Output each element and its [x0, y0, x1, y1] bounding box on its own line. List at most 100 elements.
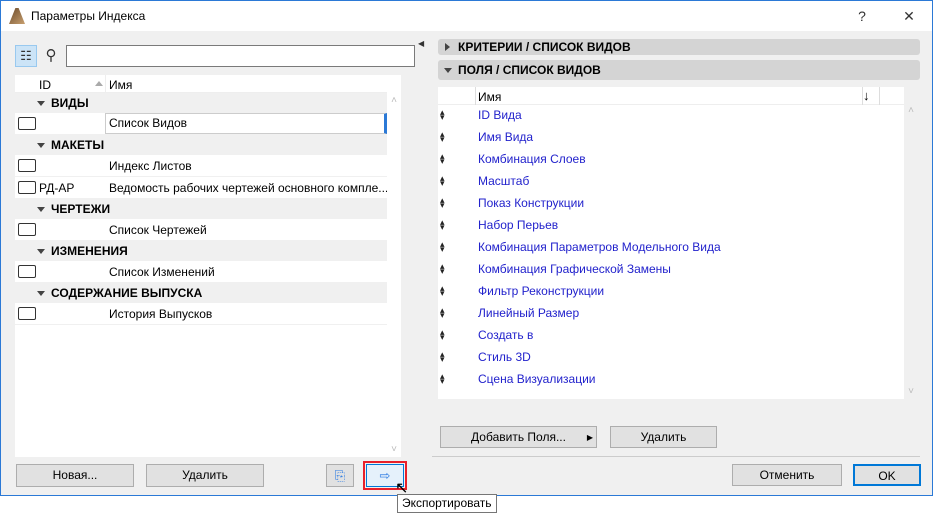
field-name: Сцена Визуализации: [478, 372, 596, 386]
index-type-icon: [18, 223, 36, 236]
drag-handle-icon[interactable]: ▴ ▾: [440, 346, 445, 364]
field-row[interactable]: ▴ ▾ ID Вида: [438, 104, 904, 126]
drag-handle-icon[interactable]: ▴ ▾: [440, 192, 445, 210]
index-type-icon: [18, 159, 36, 172]
drag-handle-icon[interactable]: ▴ ▾: [440, 368, 445, 386]
delete-index-button[interactable]: Удалить: [146, 464, 264, 487]
sort-order-icon[interactable]: ↓: [863, 88, 870, 103]
ok-button[interactable]: OK: [853, 464, 921, 486]
collapse-panel-icon[interactable]: ◀: [418, 39, 424, 48]
field-name: Масштаб: [478, 174, 530, 188]
field-row[interactable]: ▴ ▾ Стиль 3D: [438, 346, 904, 368]
field-row[interactable]: ▴ ▾ Имя Вида: [438, 126, 904, 148]
submenu-arrow-icon: ▶: [586, 433, 593, 442]
drag-handle-icon[interactable]: ▴ ▾: [440, 214, 445, 232]
group-label: СОДЕРЖАНИЕ ВЫПУСКА: [51, 286, 203, 300]
sort-asc-icon: [95, 81, 103, 86]
index-type-icon: [18, 117, 36, 130]
collapse-icon: [444, 68, 452, 73]
fields-header-row: Имя ↓: [438, 87, 904, 105]
drag-handle-icon[interactable]: ▴ ▾: [440, 126, 445, 144]
scrollbar[interactable]: ˄ ˅: [387, 93, 401, 457]
list-item[interactable]: Список Чертежей: [15, 219, 387, 241]
drag-handle-icon[interactable]: ▴ ▾: [440, 280, 445, 298]
item-name: История Выпусков: [109, 307, 213, 321]
field-name: Создать в: [478, 328, 534, 342]
item-name[interactable]: Список Видов: [105, 113, 387, 134]
help-button[interactable]: ?: [851, 5, 873, 27]
criteria-header: КРИТЕРИИ / СПИСОК ВИДОВ: [458, 40, 631, 54]
criteria-section[interactable]: КРИТЕРИИ / СПИСОК ВИДОВ: [438, 39, 920, 55]
group-label: МАКЕТЫ: [51, 138, 105, 152]
add-fields-button[interactable]: Добавить Поля... ▶: [440, 426, 597, 448]
drag-handle-icon[interactable]: ▴ ▾: [440, 302, 445, 320]
group-header[interactable]: ВИДЫ: [15, 93, 387, 113]
drag-handle-icon[interactable]: ▴ ▾: [440, 324, 445, 342]
field-name: Стиль 3D: [478, 350, 531, 364]
drag-handle-icon[interactable]: ▴ ▾: [440, 258, 445, 276]
index-type-icon: [18, 307, 36, 320]
fields-section[interactable]: ПОЛЯ / СПИСОК ВИДОВ: [438, 60, 920, 80]
list-item[interactable]: Список Изменений: [15, 261, 387, 283]
field-row[interactable]: ▴ ▾ Набор Перьев: [438, 214, 904, 236]
field-name: Комбинация Параметров Модельного Вида: [478, 240, 721, 254]
field-row[interactable]: ▴ ▾ Создать в: [438, 324, 904, 346]
drag-handle-icon[interactable]: ▴ ▾: [440, 148, 445, 166]
search-icon[interactable]: ⚲: [41, 45, 61, 67]
delete-field-button[interactable]: Удалить: [610, 426, 717, 448]
list-item[interactable]: История Выпусков: [15, 303, 387, 325]
drag-handle-icon[interactable]: ▴ ▾: [440, 104, 445, 122]
group-label: ЧЕРТЕЖИ: [51, 202, 111, 216]
group-header[interactable]: СОДЕРЖАНИЕ ВЫПУСКА: [15, 283, 387, 303]
search-input[interactable]: [66, 45, 415, 67]
item-id: РД-АР: [39, 181, 75, 195]
column-name[interactable]: Имя: [478, 90, 501, 104]
group-label: ВИДЫ: [51, 96, 89, 110]
export-icon: ⇨: [379, 468, 391, 483]
list-item[interactable]: РД-АР Ведомость рабочих чертежей основног…: [15, 177, 389, 199]
list-header: ID Имя: [15, 75, 387, 93]
field-row[interactable]: ▴ ▾ Фильтр Реконструкции: [438, 280, 904, 302]
app-icon: [9, 8, 25, 24]
window-title: Параметры Индекса: [31, 9, 146, 23]
field-row[interactable]: ▴ ▾ Комбинация Параметров Модельного Вида: [438, 236, 904, 258]
close-button[interactable]: ✕: [898, 5, 920, 27]
field-row[interactable]: ▴ ▾ Линейный Размер: [438, 302, 904, 324]
import-icon: ⎘: [334, 468, 346, 483]
field-row[interactable]: ▴ ▾ Масштаб: [438, 170, 904, 192]
group-header[interactable]: ЧЕРТЕЖИ: [15, 199, 387, 219]
field-row[interactable]: ▴ ▾ Показ Конструкции: [438, 192, 904, 214]
index-list: ID Имя ВИДЫ Список Видов МАКЕТЫ Индекс Лист…: [15, 75, 401, 457]
drag-handle-icon[interactable]: ▴ ▾: [440, 170, 445, 188]
group-label: ИЗМЕНЕНИЯ: [51, 244, 128, 258]
item-name: Ведомость рабочих чертежей основного ком…: [109, 181, 389, 195]
cancel-button[interactable]: Отменить: [732, 464, 842, 486]
expand-icon: [445, 43, 450, 51]
item-name: Список Чертежей: [109, 223, 207, 237]
column-id[interactable]: ID: [39, 78, 51, 92]
field-name: Линейный Размер: [478, 306, 580, 320]
field-name: Фильтр Реконструкции: [478, 284, 605, 298]
list-body: ВИДЫ Список Видов МАКЕТЫ Индекс Листов РД-АР…: [15, 93, 389, 325]
field-name: Показ Конструкции: [478, 196, 585, 210]
field-name: Комбинация Графической Замены: [478, 262, 671, 276]
field-name: Имя Вида: [478, 130, 534, 144]
list-item[interactable]: Список Видов: [15, 113, 387, 135]
group-header[interactable]: ИЗМЕНЕНИЯ: [15, 241, 387, 261]
field-row[interactable]: ▴ ▾ Комбинация Слоев: [438, 148, 904, 170]
drag-handle-icon[interactable]: ▴ ▾: [440, 236, 445, 254]
field-name: ID Вида: [478, 108, 522, 122]
column-name[interactable]: Имя: [109, 78, 132, 92]
fields-scrollbar[interactable]: ˄ ˅: [904, 105, 918, 399]
group-header[interactable]: МАКЕТЫ: [15, 135, 387, 155]
field-name: Набор Перьев: [478, 218, 559, 232]
fields-header: ПОЛЯ / СПИСОК ВИДОВ: [458, 63, 601, 77]
field-row[interactable]: ▴ ▾ Комбинация Графической Замены: [438, 258, 904, 280]
index-type-icon: [18, 181, 36, 194]
import-button[interactable]: ⎘: [326, 464, 354, 487]
tree-view-toggle-icon[interactable]: ☷: [15, 45, 37, 67]
add-fields-label: Добавить Поля...: [471, 430, 566, 444]
field-row[interactable]: ▴ ▾ Сцена Визуализации: [438, 368, 904, 390]
list-item[interactable]: Индекс Листов: [15, 155, 387, 177]
new-button[interactable]: Новая...: [16, 464, 134, 487]
